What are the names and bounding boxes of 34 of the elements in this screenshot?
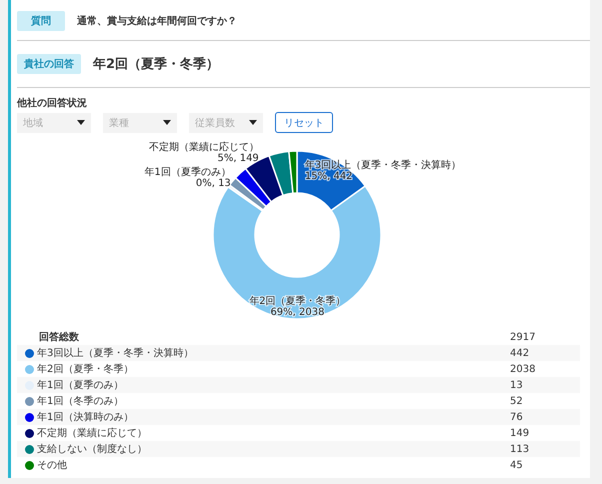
legend-label: その他 — [37, 459, 67, 472]
data-label: 年2回（夏季・冬季） 69%, 2038 — [249, 296, 346, 318]
legend-label: 支給しない（制度なし） — [37, 442, 147, 456]
legend-label: 年3回以上（夏季・冬季・決算時） — [37, 346, 194, 360]
dropdown[interactable]: 業種 — [103, 112, 177, 132]
legend-value: 2038 — [510, 364, 536, 374]
legend-value: 45 — [510, 460, 524, 470]
legend-label: 年2回（夏季・冬季） — [37, 362, 134, 376]
legend-value: 113 — [510, 444, 530, 454]
dropdown[interactable]: 従業員数 — [189, 112, 263, 132]
legend-label: 不定期（業績に応じて） — [37, 426, 147, 440]
answer-text: 年2回（夏季・冬季） — [93, 56, 220, 73]
data-label: 不定期（業績に応じて） 5%, 149 — [148, 142, 259, 164]
legend-value: 52 — [510, 396, 524, 406]
section-heading: 他社の回答状況 — [17, 96, 88, 110]
question-badge: 質問 — [17, 11, 65, 31]
question-text: 通常、賞与支給は年間何回ですか？ — [77, 14, 237, 28]
legend-value: 442 — [510, 348, 530, 358]
legend-label: 年1回（決算時のみ） — [37, 410, 134, 424]
answer-badge: 貴社の回答 — [17, 54, 81, 74]
legend-value: 149 — [510, 428, 530, 438]
reset-button[interactable]: リセット — [275, 112, 333, 133]
caret-icon — [163, 120, 171, 125]
data-label: 年3回以上（夏季・冬季・決算時） 15%, 442 — [304, 160, 462, 182]
dropdown[interactable]: 地域 — [17, 112, 91, 132]
caret-icon — [249, 120, 257, 125]
legend-label: 年1回（冬季のみ） — [37, 394, 124, 408]
total-value: 2917 — [510, 332, 536, 342]
legend-value: 76 — [510, 412, 524, 422]
legend-label: 年1回（夏季のみ） — [37, 378, 124, 392]
legend-value: 13 — [510, 380, 524, 390]
total-label: 回答総数 — [39, 330, 79, 344]
caret-icon — [77, 120, 85, 125]
data-label: 年1回（夏季のみ） 0%, 13 — [144, 166, 231, 189]
